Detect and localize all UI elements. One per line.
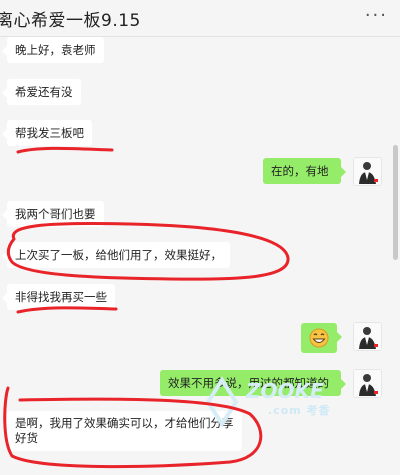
red-annotation-marks [3,146,290,469]
